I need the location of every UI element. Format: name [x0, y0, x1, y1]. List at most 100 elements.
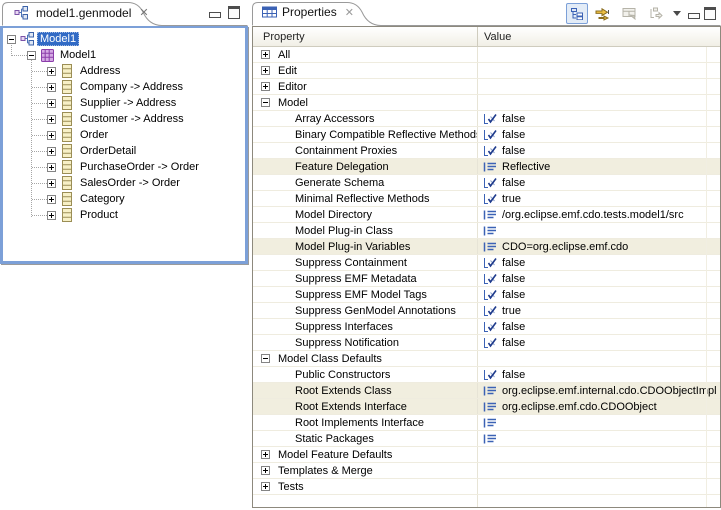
expand-icon[interactable] [261, 482, 270, 491]
property-category-row[interactable]: Model [253, 95, 720, 111]
collapse-icon[interactable] [261, 354, 270, 363]
editor-tab[interactable]: model1.genmodel ✕ [10, 5, 149, 20]
collapse-icon[interactable] [261, 98, 270, 107]
tree-item[interactable]: Category [3, 191, 245, 207]
collapse-icon[interactable] [27, 51, 36, 60]
value-cell[interactable]: false [478, 367, 720, 382]
property-row[interactable]: Suppress Interfaces false [253, 319, 720, 335]
value-cell[interactable]: Reflective [478, 159, 720, 174]
property-row[interactable]: Generate Schema false [253, 175, 720, 191]
expand-icon[interactable] [47, 147, 56, 156]
tree-item[interactable]: Address [3, 63, 245, 79]
property-row[interactable]: Static Packages [253, 431, 720, 447]
property-category-row[interactable]: Edit [253, 63, 720, 79]
value-cell[interactable]: true [478, 191, 720, 206]
tree-item[interactable]: Supplier -> Address [3, 95, 245, 111]
value-cell[interactable] [478, 431, 720, 446]
property-row[interactable]: Containment Proxies false [253, 143, 720, 159]
value-cell[interactable]: false [478, 175, 720, 190]
property-row[interactable]: Suppress EMF Model Tags false [253, 287, 720, 303]
property-row[interactable]: Minimal Reflective Methods true [253, 191, 720, 207]
tree-item[interactable]: Model1 [3, 31, 245, 47]
show-advanced-properties-button[interactable] [592, 3, 614, 24]
property-row[interactable]: Suppress GenModel Annotations true [253, 303, 720, 319]
editor-maximize-icon[interactable] [228, 6, 240, 19]
property-row[interactable]: Public Constructors false [253, 367, 720, 383]
property-row[interactable]: Model Plug-in Variables CDO=org.eclipse.… [253, 239, 720, 255]
value-cell[interactable]: /org.eclipse.emf.cdo.tests.model1/src [478, 207, 720, 222]
view-menu-icon[interactable] [673, 11, 681, 16]
property-row[interactable]: Root Implements Interface [253, 415, 720, 431]
value-cell[interactable]: false [478, 271, 720, 286]
expand-icon[interactable] [47, 115, 56, 124]
expand-icon[interactable] [47, 99, 56, 108]
value-cell[interactable] [478, 63, 720, 78]
property-row[interactable]: Binary Compatible Reflective Methods fal… [253, 127, 720, 143]
collapse-icon[interactable] [7, 35, 16, 44]
value-cell[interactable] [478, 415, 720, 430]
value-cell[interactable]: false [478, 255, 720, 270]
property-row[interactable]: Suppress Containment false [253, 255, 720, 271]
expand-icon[interactable] [47, 67, 56, 76]
property-category-row[interactable]: Model Feature Defaults [253, 447, 720, 463]
expand-icon[interactable] [47, 211, 56, 220]
property-row[interactable]: Suppress EMF Metadata false [253, 271, 720, 287]
value-cell[interactable]: org.eclipse.emf.cdo.CDOObject [478, 399, 720, 414]
expand-icon[interactable] [47, 83, 56, 92]
tree-item[interactable]: Product [3, 207, 245, 223]
value-cell[interactable] [478, 223, 720, 238]
property-row[interactable]: Suppress Notification false [253, 335, 720, 351]
editor-minimize-icon[interactable] [209, 12, 221, 18]
value-cell[interactable] [478, 79, 720, 94]
expand-icon[interactable] [47, 179, 56, 188]
properties-tab-close-icon[interactable]: ✕ [345, 6, 354, 19]
show-categories-button[interactable] [566, 3, 588, 24]
expand-icon[interactable] [261, 450, 270, 459]
tree-item[interactable]: SalesOrder -> Order [3, 175, 245, 191]
expand-icon[interactable] [261, 82, 270, 91]
editor-tab-close-icon[interactable]: ✕ [139, 6, 148, 19]
property-row[interactable]: Feature Delegation Reflective [253, 159, 720, 175]
property-row[interactable]: Model Plug-in Class [253, 223, 720, 239]
tree-item[interactable]: Order [3, 127, 245, 143]
value-cell[interactable] [478, 447, 720, 462]
properties-minimize-icon[interactable] [688, 13, 700, 19]
property-category-row[interactable]: All [253, 47, 720, 63]
expand-icon[interactable] [261, 50, 270, 59]
property-column-header[interactable]: Property [253, 27, 478, 46]
value-cell[interactable] [478, 479, 720, 494]
property-row[interactable]: Array Accessors false [253, 111, 720, 127]
property-row[interactable]: Model Directory /org.eclipse.emf.cdo.tes… [253, 207, 720, 223]
property-category-row[interactable]: Tests [253, 479, 720, 495]
value-cell[interactable] [478, 47, 720, 62]
value-cell[interactable]: org.eclipse.emf.internal.cdo.CDOObjectIm… [478, 383, 720, 398]
property-row[interactable]: Root Extends Class org.eclipse.emf.inter… [253, 383, 720, 399]
value-cell[interactable]: false [478, 335, 720, 350]
value-cell[interactable]: true [478, 303, 720, 318]
property-category-row[interactable]: Model Class Defaults [253, 351, 720, 367]
value-column-header[interactable]: Value [478, 27, 720, 46]
properties-tab[interactable]: Properties ✕ [262, 5, 354, 19]
tree-item[interactable]: Company -> Address [3, 79, 245, 95]
value-cell[interactable]: false [478, 111, 720, 126]
value-cell[interactable]: false [478, 143, 720, 158]
property-category-row[interactable]: Templates & Merge [253, 463, 720, 479]
property-row[interactable]: Root Extends Interface org.eclipse.emf.c… [253, 399, 720, 415]
expand-icon[interactable] [47, 195, 56, 204]
value-cell[interactable] [478, 463, 720, 478]
tree-item[interactable]: OrderDetail [3, 143, 245, 159]
property-category-row[interactable]: Editor [253, 79, 720, 95]
tree-item[interactable]: Model1 [3, 47, 245, 63]
value-cell[interactable] [478, 351, 720, 366]
tree-item[interactable]: PurchaseOrder -> Order [3, 159, 245, 175]
value-cell[interactable]: false [478, 127, 720, 142]
expand-icon[interactable] [261, 66, 270, 75]
expand-icon[interactable] [47, 131, 56, 140]
value-cell[interactable]: CDO=org.eclipse.emf.cdo [478, 239, 720, 254]
value-cell[interactable]: false [478, 287, 720, 302]
tree-item[interactable]: Customer -> Address [3, 111, 245, 127]
properties-maximize-icon[interactable] [704, 7, 716, 20]
value-cell[interactable] [478, 95, 720, 110]
expand-icon[interactable] [47, 163, 56, 172]
expand-icon[interactable] [261, 466, 270, 475]
